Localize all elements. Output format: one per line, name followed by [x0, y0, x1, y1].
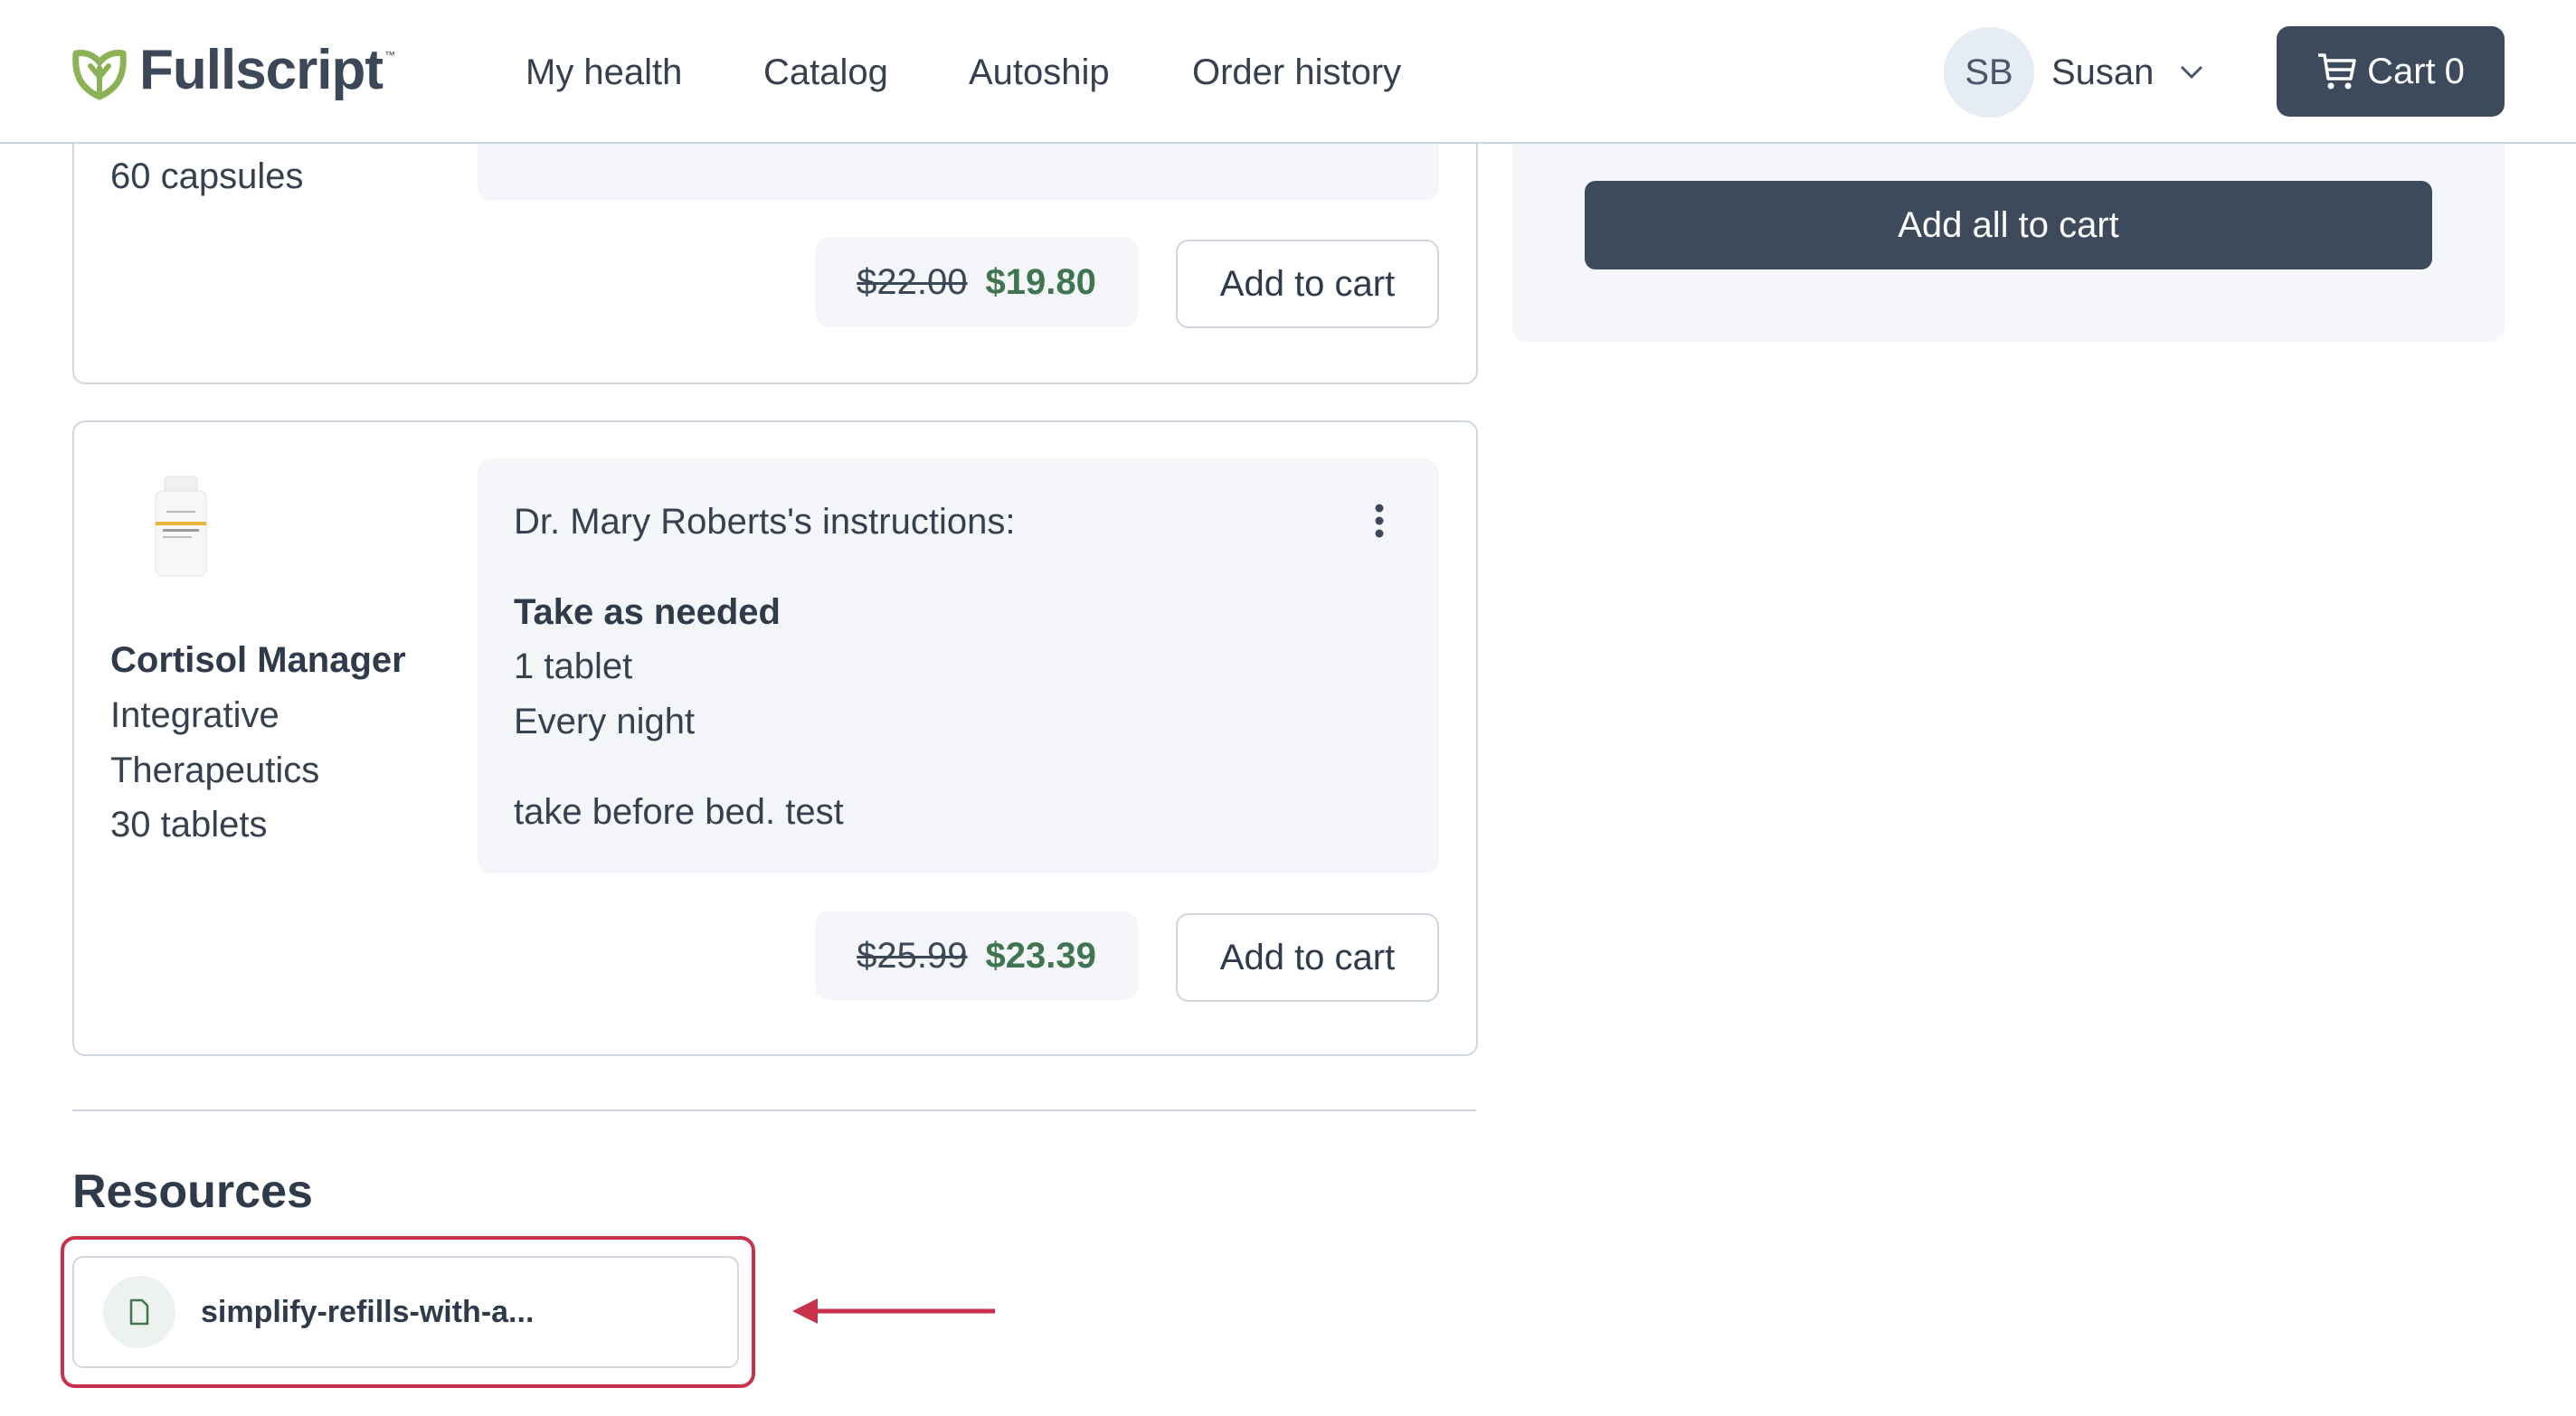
nav-autoship[interactable]: Autoship	[969, 47, 1110, 98]
cart-button[interactable]: Cart 0	[2277, 26, 2505, 117]
add-all-to-cart-button[interactable]: Add all to cart	[1585, 181, 2432, 269]
cart-count: 0	[2444, 51, 2465, 91]
file-icon-badge	[103, 1276, 175, 1348]
nav-catalog[interactable]: Catalog	[763, 47, 888, 98]
document-icon	[129, 1298, 149, 1326]
instructions-heading: Dr. Mary Roberts's instructions:	[514, 502, 1016, 542]
instructions-box: Dr. Mary Roberts's instructions: Take as…	[478, 458, 1439, 873]
fullscript-logo[interactable]: Fullscript ™	[72, 36, 395, 104]
add-to-cart-button[interactable]: Add to cart	[1176, 913, 1439, 1002]
resource-file-item[interactable]: simplify-refills-with-a...	[72, 1256, 739, 1368]
add-to-cart-button[interactable]: Add to cart	[1176, 240, 1439, 328]
chevron-down-icon[interactable]	[2178, 58, 2205, 85]
product-bottle-image[interactable]	[152, 475, 210, 580]
product-brand: Integrative	[110, 695, 279, 735]
product-card: Cortisol Manager Integrative Therapeutic…	[72, 420, 1478, 1056]
instruction-timing: Every night	[514, 702, 696, 741]
resource-file-name: simplify-refills-with-a...	[201, 1295, 535, 1329]
product-brand-cont: Therapeutics	[110, 750, 320, 790]
original-price: $22.00	[857, 261, 968, 302]
discounted-price: $19.80	[985, 261, 1096, 302]
instruction-dosage: 1 tablet	[514, 647, 633, 686]
top-nav-bar: Fullscript ™ My health Catalog Autoship …	[0, 0, 2576, 144]
user-menu-name[interactable]: Susan	[2051, 47, 2154, 98]
instruction-frequency: Take as needed	[514, 592, 781, 632]
user-avatar[interactable]: SB	[1944, 27, 2034, 118]
original-price: $25.99	[857, 935, 968, 976]
price-pill: $25.99 $23.39	[815, 911, 1138, 1000]
nav-my-health[interactable]: My health	[526, 47, 682, 98]
section-divider	[72, 1109, 1476, 1111]
price-pill: $22.00 $19.80	[815, 238, 1138, 326]
discounted-price: $23.39	[985, 935, 1096, 976]
resources-heading: Resources	[72, 1166, 313, 1218]
product-size: 30 tablets	[110, 805, 268, 845]
shopping-cart-icon	[2318, 53, 2356, 90]
logo-wordmark: Fullscript	[139, 39, 384, 101]
instruction-note: take before bed. test	[514, 792, 844, 832]
more-options-icon[interactable]	[1373, 504, 1386, 538]
product-size: 60 capsules	[110, 156, 304, 196]
nav-order-history[interactable]: Order history	[1192, 47, 1401, 98]
avatar-initials: SB	[1965, 52, 2013, 92]
product-name[interactable]: Cortisol Manager	[110, 635, 406, 685]
leaf-logo-icon	[72, 49, 127, 99]
trademark-symbol: ™	[384, 49, 396, 61]
annotation-arrow-icon	[792, 1298, 995, 1324]
cart-label: Cart	[2367, 51, 2436, 91]
